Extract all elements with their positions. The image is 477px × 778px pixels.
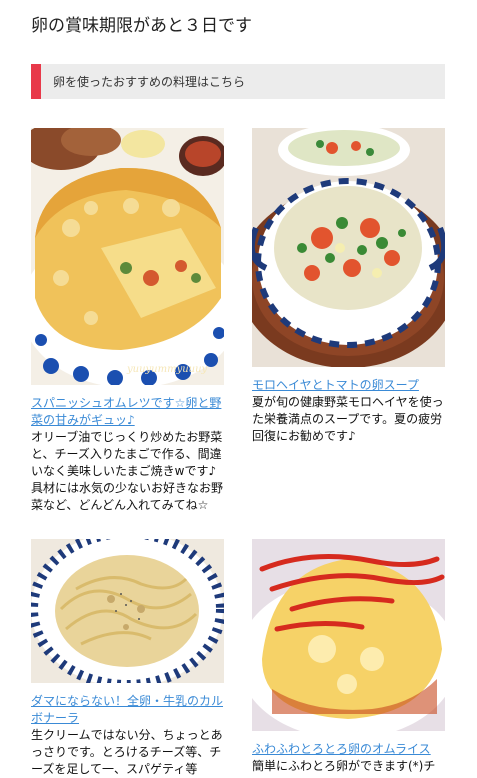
- recipe-link-carbonara[interactable]: ダマにならない！全卵・牛乳のカルボナーラ: [31, 693, 224, 727]
- page-title: 卵の賞味期限があと３日です: [31, 16, 252, 36]
- recipe-card-carbonara[interactable]: ダマにならない！全卵・牛乳のカルボナーラ 生クリームではない分、ちょっとあっさり…: [31, 539, 224, 776]
- recipe-card-omurice[interactable]: ふわふわとろとろ卵のオムライス 簡単にふわとろ卵ができます(*)チ: [252, 539, 445, 773]
- recipe-description: 生クリームではない分、ちょっとあっさりです。とろけるチーズ等、チーズを足して一、…: [31, 728, 223, 776]
- recipe-photo-molokhia-soup[interactable]: [252, 128, 445, 367]
- recipe-card-spanish-omelette[interactable]: yuuyummyuuuy スパニッシュオムレツです☆卵と野菜の甘みがギュッ♪ オ…: [31, 128, 224, 518]
- recipe-photo-spanish-omelette[interactable]: yuuyummyuuuy: [31, 128, 224, 385]
- recipe-description: オリーブ油でじっくり炒めたお野菜と、チーズ入りたまごで作る、間違いなく美味しいた…: [31, 430, 224, 512]
- recipe-link-omurice[interactable]: ふわふわとろとろ卵のオムライス: [252, 741, 445, 758]
- recipe-link-spanish-omelette[interactable]: スパニッシュオムレツです☆卵と野菜の甘みがギュッ♪: [31, 395, 224, 429]
- recipe-card-molokhia-soup[interactable]: モロヘイヤとトマトの卵スープ 夏が旬の健康野菜モロヘイヤを使った栄養満点のスープ…: [252, 128, 445, 458]
- recipe-photo-omurice[interactable]: [252, 539, 445, 731]
- photo-watermark: yuuyummyuuuy: [126, 364, 208, 375]
- recipe-description: 夏が旬の健康野菜モロヘイヤを使った栄養満点のスープです。夏の疲労回復にお勧めです…: [252, 395, 444, 443]
- recipe-photo-carbonara[interactable]: [31, 539, 224, 683]
- recipe-description: 簡単にふわとろ卵ができます(*)チ: [252, 759, 436, 773]
- section-header: 卵を使ったおすすめの料理はこちら: [31, 64, 445, 99]
- recipe-link-molokhia-soup[interactable]: モロヘイヤとトマトの卵スープ: [252, 377, 445, 394]
- section-heading: 卵を使ったおすすめの料理はこちら: [53, 75, 246, 89]
